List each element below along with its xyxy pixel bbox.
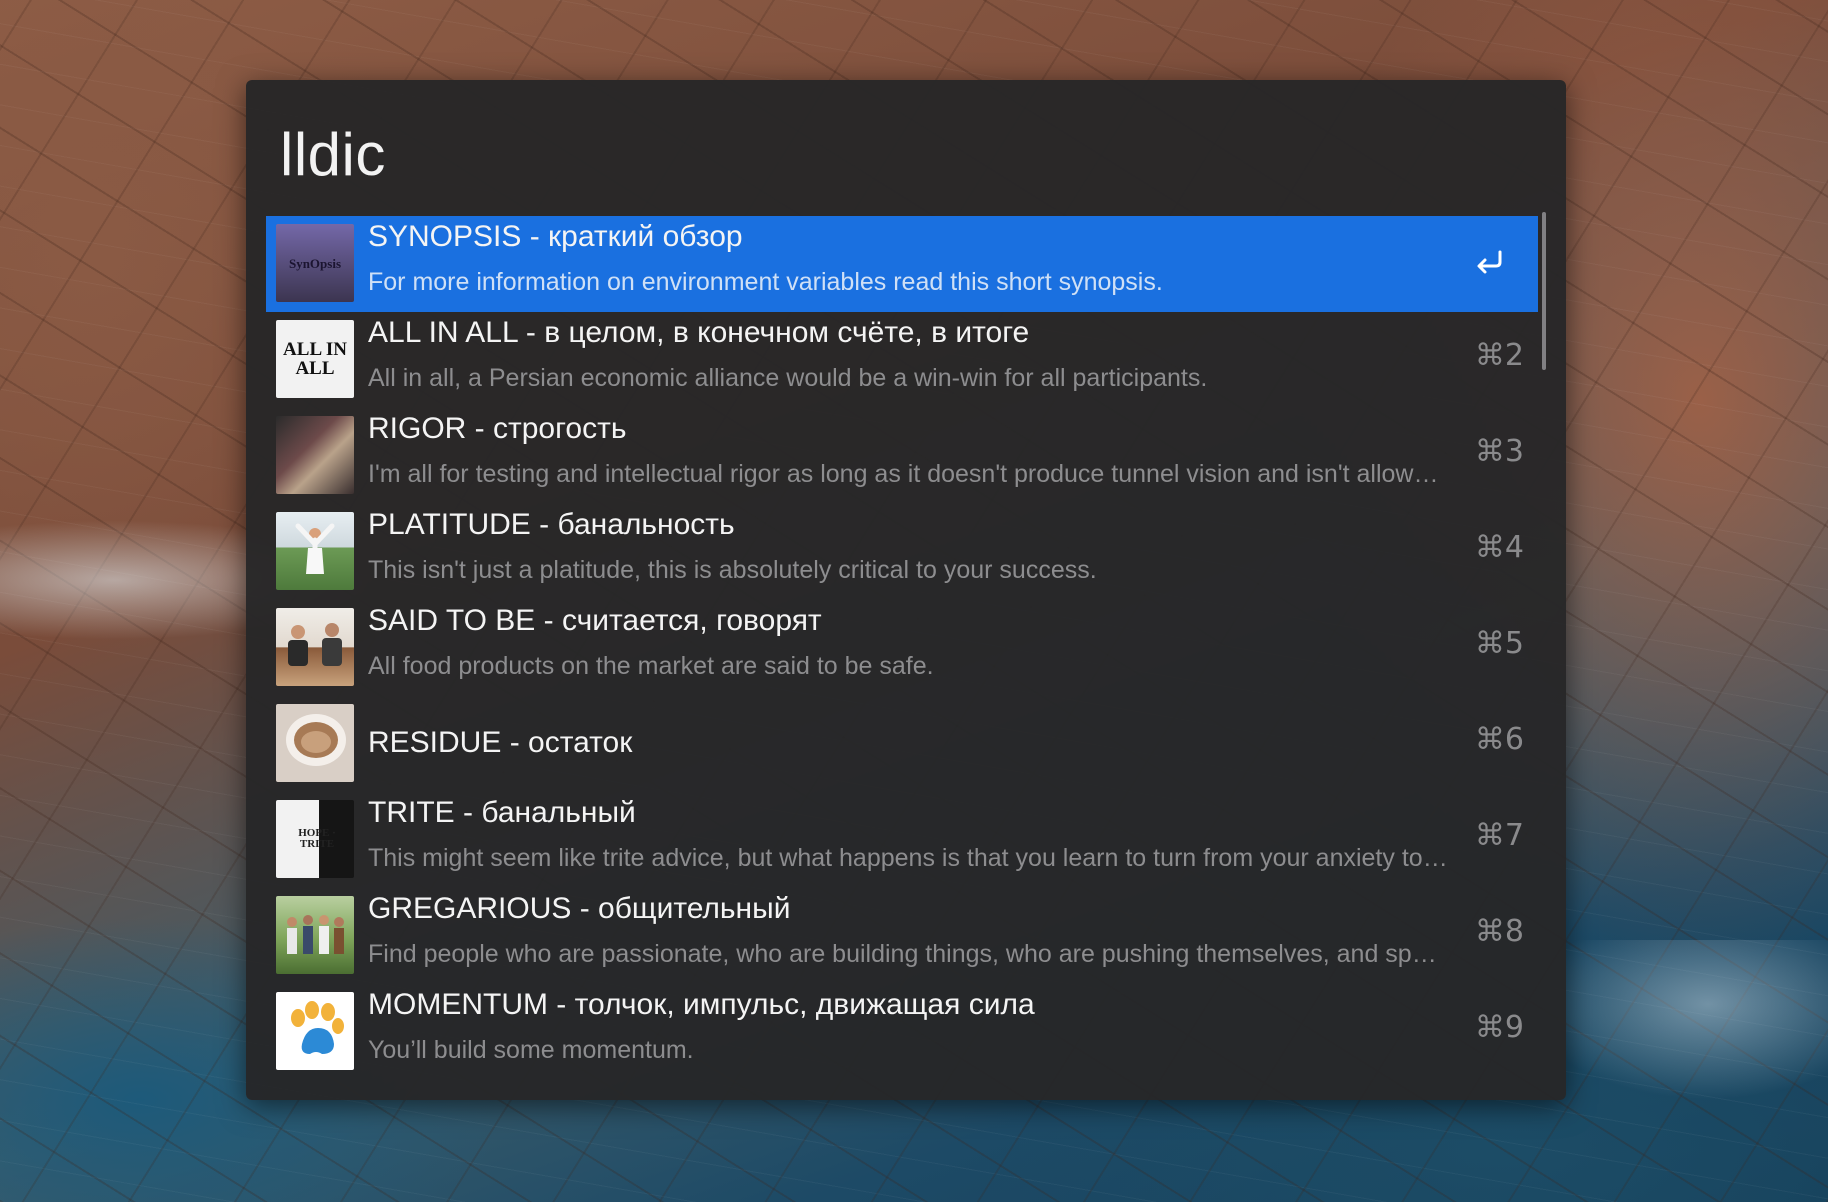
result-title: RESIDUE - остаток xyxy=(368,726,633,759)
trite-book-cover-thumbnail-icon: HOPE · TRITE xyxy=(276,800,354,878)
result-item-synopsis[interactable]: SynOpsis SYNOPSIS - краткий обзор For mo… xyxy=(266,216,1538,312)
result-title: GREGARIOUS - общительный xyxy=(368,892,791,925)
all-in-all-thumbnail-icon: ALL IN ALL xyxy=(276,320,354,398)
keyboard-shortcut: ⌘5 xyxy=(1474,626,1524,661)
launcher-window: lldic SynOpsis SYNOPSIS - краткий обзор … xyxy=(246,80,1566,1100)
result-subtitle: You’ll build some momentum. xyxy=(368,1036,694,1064)
coffee-cup-thumbnail-icon xyxy=(276,704,354,782)
paw-print-thumbnail-icon xyxy=(276,992,354,1070)
group-of-friends-thumbnail-icon xyxy=(276,896,354,974)
result-subtitle: Find people who are passionate, who are … xyxy=(368,940,1448,968)
result-title: TRITE - банальный xyxy=(368,796,636,829)
keyboard-shortcut: ⌘2 xyxy=(1474,338,1524,373)
result-item-gregarious[interactable]: GREGARIOUS - общительный Find people who… xyxy=(266,888,1538,984)
result-subtitle: This isn't just a platitude, this is abs… xyxy=(368,556,1097,584)
keyboard-shortcut: ⌘7 xyxy=(1474,818,1524,853)
wallpaper-surf xyxy=(1528,940,1828,1100)
search-input[interactable]: lldic xyxy=(280,110,386,200)
result-title: PLATITUDE - банальность xyxy=(368,508,735,541)
result-item-residue[interactable]: RESIDUE - остаток ⌘6 xyxy=(266,696,1538,792)
result-subtitle: All food products on the market are said… xyxy=(368,652,934,680)
keyboard-shortcut: ⌘3 xyxy=(1474,434,1524,469)
results-list: SynOpsis SYNOPSIS - краткий обзор For mo… xyxy=(266,216,1538,1086)
result-subtitle: This might seem like trite advice, but w… xyxy=(368,844,1448,872)
result-item-rigor[interactable]: RIGOR - строгость I'm all for testing an… xyxy=(266,408,1538,504)
keyboard-shortcut: ⌘8 xyxy=(1474,914,1524,949)
result-item-momentum[interactable]: MOMENTUM - толчок, импульс, движащая сил… xyxy=(266,984,1538,1080)
result-title: SYNOPSIS - краткий обзор xyxy=(368,220,743,253)
result-subtitle: I'm all for testing and intellectual rig… xyxy=(368,460,1448,488)
results-scrollbar[interactable] xyxy=(1542,212,1546,370)
crowd-photo-thumbnail-icon xyxy=(276,416,354,494)
two-men-sofa-thumbnail-icon xyxy=(276,608,354,686)
synopsis-thumbnail-icon: SynOpsis xyxy=(276,224,354,302)
result-title: RIGOR - строгость xyxy=(368,412,627,445)
result-subtitle: For more information on environment vari… xyxy=(368,268,1163,296)
result-title: ALL IN ALL - в целом, в конечном счёте, … xyxy=(368,316,1030,349)
result-item-said-to-be[interactable]: SAID TO BE - считается, говорят All food… xyxy=(266,600,1538,696)
result-item-trite[interactable]: HOPE · TRITE TRITE - банальный This migh… xyxy=(266,792,1538,888)
result-item-all-in-all[interactable]: ALL IN ALL ALL IN ALL - в целом, в конеч… xyxy=(266,312,1538,408)
result-title: SAID TO BE - считается, говорят xyxy=(368,604,822,637)
keyboard-shortcut: ⌘6 xyxy=(1474,722,1524,757)
result-subtitle: All in all, a Persian economic alliance … xyxy=(368,364,1208,392)
keyboard-shortcut: ⌘4 xyxy=(1474,530,1524,565)
return-key-icon xyxy=(1477,250,1502,274)
result-item-platitude[interactable]: PLATITUDE - банальность This isn't just … xyxy=(266,504,1538,600)
result-title: MOMENTUM - толчок, импульс, движащая сил… xyxy=(368,988,1035,1021)
keyboard-shortcut: ⌘9 xyxy=(1474,1010,1524,1045)
woman-arms-raised-thumbnail-icon xyxy=(276,512,354,590)
